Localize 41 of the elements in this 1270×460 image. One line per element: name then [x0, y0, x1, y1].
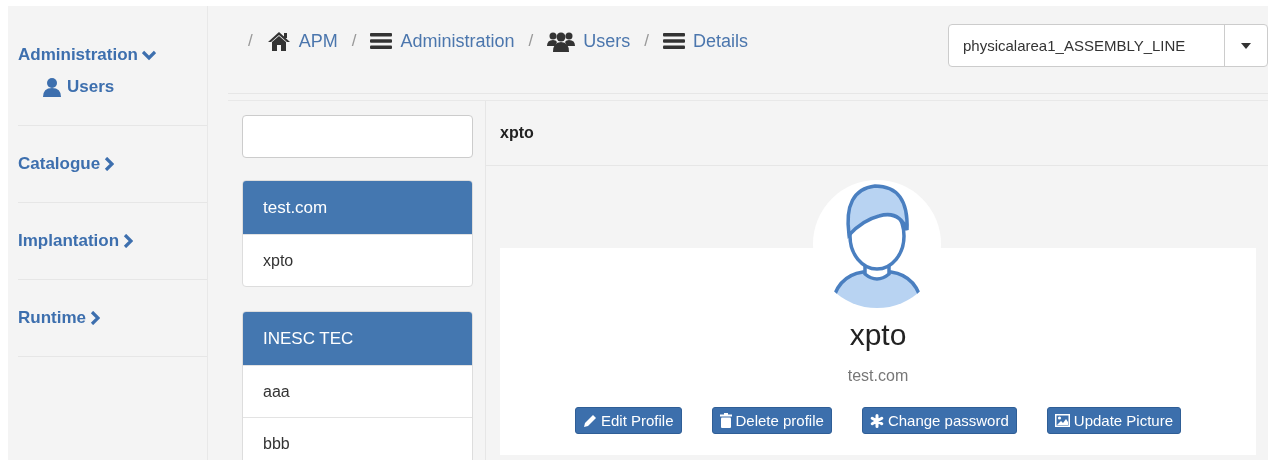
menu-icon [370, 32, 393, 50]
users-icon [547, 30, 576, 52]
area-dropdown[interactable]: physicalarea1_ASSEMBLY_LINE [948, 24, 1268, 67]
user-list-item[interactable]: aaa [243, 365, 472, 417]
caret-icon [1241, 42, 1251, 49]
menu-icon [663, 32, 685, 50]
sidebar-item[interactable]: Administration [18, 41, 156, 69]
group-header[interactable]: INESC TEC [243, 312, 472, 365]
user-list-item[interactable]: xpto [243, 234, 472, 286]
sidebar-item[interactable]: Runtime [18, 304, 100, 332]
action-button[interactable]: Change password [861, 407, 1017, 434]
pencil-icon [582, 413, 597, 428]
trash-icon [719, 413, 732, 428]
home-icon [266, 31, 291, 51]
detail-title: xpto [500, 124, 534, 142]
user-organization: test.com [847, 367, 909, 385]
breadcrumb-separator: / [248, 31, 253, 51]
action-button[interactable]: Edit Profile [574, 407, 682, 434]
breadcrumb-link[interactable]: Users [547, 30, 631, 52]
breadcrumb-link[interactable]: Details [663, 30, 749, 52]
action-button[interactable]: Update Picture [1046, 407, 1182, 434]
sidebar-subitem[interactable]: Users [42, 77, 115, 97]
breadcrumb-separator: / [528, 31, 534, 51]
chevron-down-icon [141, 49, 156, 61]
breadcrumb-link[interactable]: Administration [370, 30, 515, 52]
breadcrumb-link[interactable]: APM [266, 30, 338, 52]
breadcrumb-separator: / [351, 31, 357, 51]
user-list-item[interactable]: bbb [243, 417, 472, 460]
chevron-right-icon [90, 311, 100, 325]
picture-icon [1054, 414, 1070, 427]
user-icon [42, 77, 62, 97]
search-field[interactable] [242, 115, 473, 158]
user-name: xpto [849, 318, 907, 352]
group-header[interactable]: test.com [243, 181, 472, 234]
asterisk-icon [869, 413, 884, 428]
chevron-right-icon [123, 234, 134, 248]
sidebar-item[interactable]: Catalogue [18, 150, 115, 178]
sidebar-item[interactable]: Implantation [18, 227, 134, 255]
action-button[interactable]: Delete profile [711, 407, 832, 434]
chevron-right-icon [104, 157, 115, 171]
breadcrumb-separator: / [644, 31, 649, 51]
